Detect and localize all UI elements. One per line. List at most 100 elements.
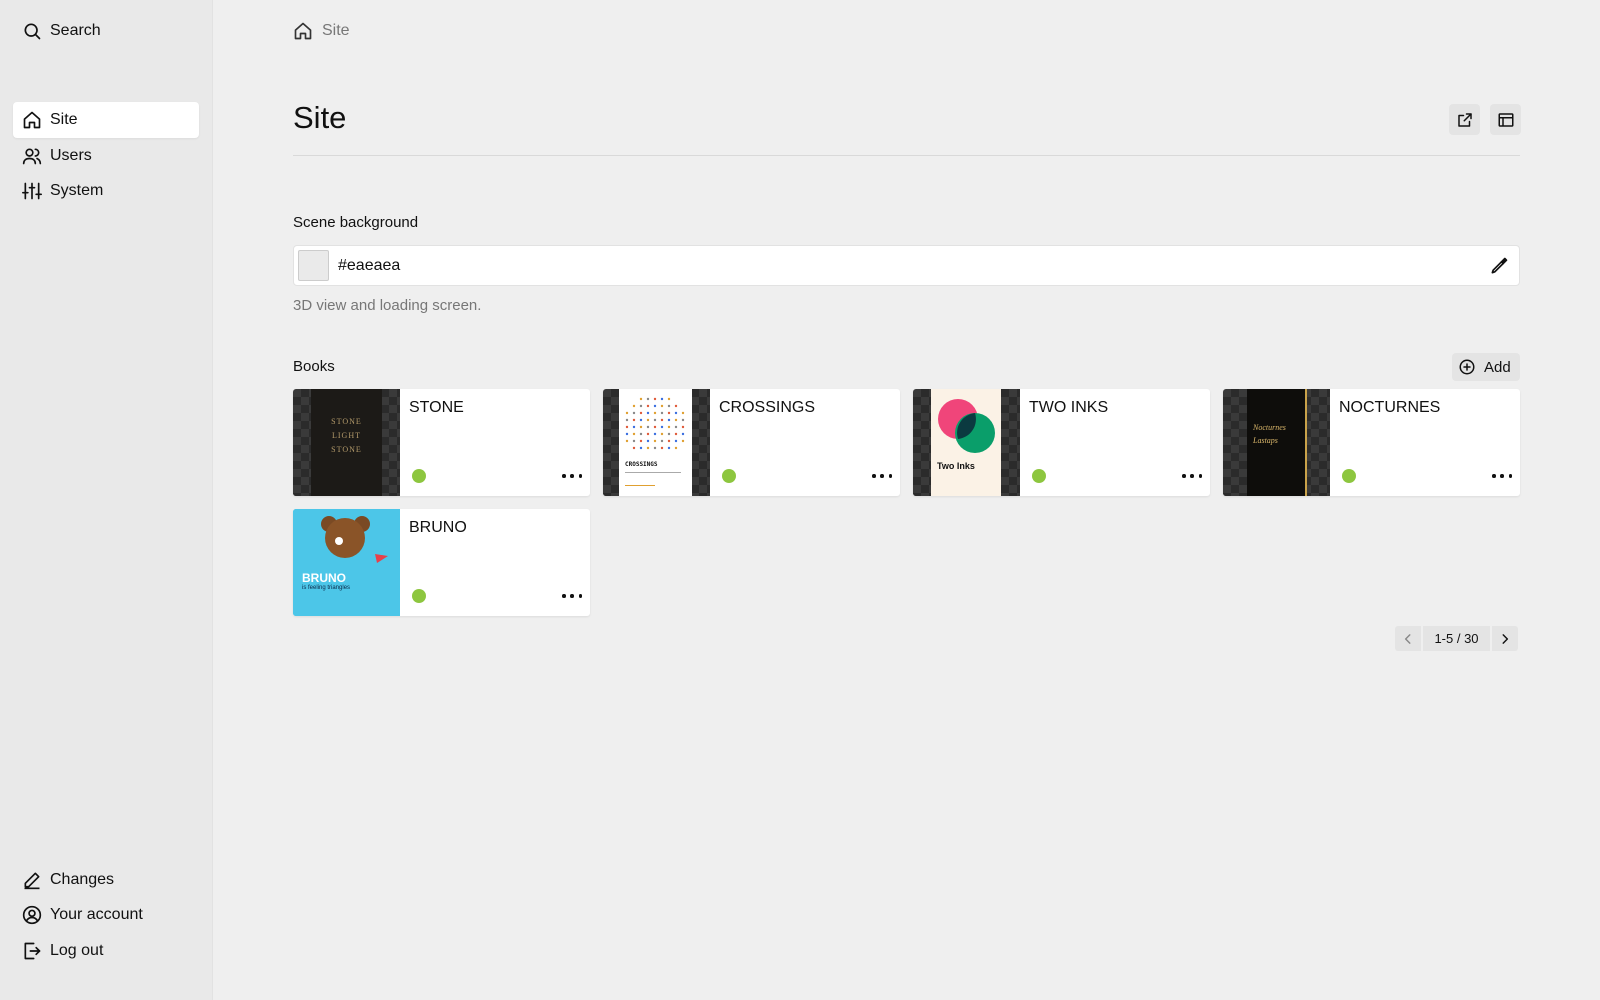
chevron-left-icon: [1404, 633, 1411, 644]
more-options-icon[interactable]: [1182, 471, 1202, 481]
pattern-dot: [667, 418, 671, 422]
scene-background-help: 3D view and loading screen.: [293, 297, 482, 314]
pattern-dot: [653, 425, 657, 429]
cover-text: Lastaps: [1253, 436, 1278, 445]
eyedropper-icon[interactable]: [1489, 256, 1509, 276]
sidebar-item-system[interactable]: System: [13, 173, 199, 209]
book-title: NOCTURNES: [1339, 399, 1441, 416]
add-book-button[interactable]: Add: [1452, 353, 1520, 381]
pattern-dot: [660, 397, 664, 401]
sidebar-item-label: Your account: [50, 906, 143, 923]
pattern-dot: [681, 425, 685, 429]
book-card-crossings[interactable]: CROSSINGS CROSSINGS: [603, 389, 900, 496]
scene-background-label: Scene background: [293, 214, 419, 231]
pattern-dot: [632, 425, 636, 429]
sidebar-item-account[interactable]: Your account: [13, 897, 199, 933]
pattern-dot: [667, 425, 671, 429]
status-dot: [722, 469, 736, 483]
search-label: Search: [50, 22, 101, 39]
book-card-bruno[interactable]: BRUNO is feeling triangles BRUNO: [293, 509, 590, 616]
pattern-dot: [632, 439, 636, 443]
bruno-cover: BRUNO is feeling triangles: [293, 509, 400, 616]
pattern-dot: [681, 411, 685, 415]
sidebar-item-logout[interactable]: Log out: [13, 933, 199, 969]
pattern-dot: [639, 411, 643, 415]
open-site-button[interactable]: [1449, 104, 1480, 135]
pencil-icon: [22, 870, 42, 890]
sliders-icon: [22, 181, 42, 201]
pattern-dot: [625, 432, 629, 436]
pagination: 1-5 / 30: [1395, 626, 1518, 651]
pattern-dot: [625, 411, 629, 415]
pattern-dot: [646, 404, 650, 408]
nocturnes-cover: Nocturnes Lastaps: [1247, 389, 1307, 496]
sidebar-item-users[interactable]: Users: [13, 138, 199, 174]
cover-text: is feeling triangles: [302, 585, 351, 591]
home-icon[interactable]: [293, 21, 313, 41]
status-dot: [412, 589, 426, 603]
page-range: 1-5 / 30: [1423, 626, 1490, 651]
pattern-dot: [660, 425, 664, 429]
pattern-dot: [632, 418, 636, 422]
pattern-dot: [674, 446, 678, 450]
pattern-dot: [653, 446, 657, 450]
pattern-dot: [660, 418, 664, 422]
home-icon: [22, 110, 42, 130]
sidebar-item-label: System: [50, 182, 104, 199]
pattern-dot: [653, 397, 657, 401]
next-page-button[interactable]: [1492, 626, 1518, 651]
pattern-dot: [646, 446, 650, 450]
breadcrumb: Site: [293, 20, 350, 42]
previous-page-button[interactable]: [1395, 626, 1421, 651]
more-options-icon[interactable]: [872, 471, 892, 481]
sidebar-item-label: Site: [50, 111, 78, 128]
plus-circle-icon: [1459, 359, 1475, 375]
pattern-dot: [639, 397, 643, 401]
pattern-dot: [625, 439, 629, 443]
breadcrumb-item[interactable]: Site: [322, 22, 350, 40]
pattern-dot: [653, 439, 657, 443]
book-title: CROSSINGS: [719, 399, 816, 416]
pattern-dot: [667, 439, 671, 443]
pattern-dot: [660, 404, 664, 408]
search-button[interactable]: Search: [13, 13, 199, 49]
pattern-dot: [639, 446, 643, 450]
sidebar-item-label: Users: [50, 147, 92, 164]
book-card-two-inks[interactable]: Two Inks TWO INKS: [913, 389, 1210, 496]
header-actions: [1449, 104, 1521, 135]
pattern-dot: [674, 432, 678, 436]
status-dot: [1342, 469, 1356, 483]
pattern-dot: [674, 439, 678, 443]
more-options-icon[interactable]: [562, 591, 582, 601]
cover-text: Nocturnes: [1253, 423, 1286, 432]
cover-text: STONE: [331, 417, 362, 426]
pattern-dot: [632, 404, 636, 408]
pattern-dot: [639, 404, 643, 408]
pattern-dot: [681, 418, 685, 422]
preview-window-button[interactable]: [1490, 104, 1521, 135]
sidebar-item-site[interactable]: Site: [13, 102, 199, 138]
title-divider: [293, 155, 1520, 156]
book-card-nocturnes[interactable]: Nocturnes Lastaps NOCTURNES: [1223, 389, 1520, 496]
two-inks-cover: Two Inks: [931, 389, 1001, 496]
pattern-dot: [632, 446, 636, 450]
pattern-dot: [667, 404, 671, 408]
book-card-stone[interactable]: STONE LIGHT STONE STONE: [293, 389, 590, 496]
browser-window-icon: [1498, 112, 1513, 127]
dot-pattern: [625, 397, 685, 450]
logout-icon: [22, 941, 42, 961]
users-icon: [22, 146, 42, 166]
color-hex-input[interactable]: [338, 256, 1489, 275]
pattern-dot: [681, 439, 685, 443]
sidebar-item-changes[interactable]: Changes: [13, 862, 199, 898]
more-options-icon[interactable]: [1492, 471, 1512, 481]
add-label: Add: [1484, 358, 1511, 376]
pattern-dot: [653, 418, 657, 422]
book-title: STONE: [409, 399, 464, 416]
pattern-dot: [646, 411, 650, 415]
color-swatch[interactable]: [298, 250, 329, 281]
more-options-icon[interactable]: [562, 471, 582, 481]
scene-background-field: [293, 245, 1520, 286]
crossings-cover: CROSSINGS: [619, 389, 692, 496]
cover-rule: [625, 472, 681, 473]
